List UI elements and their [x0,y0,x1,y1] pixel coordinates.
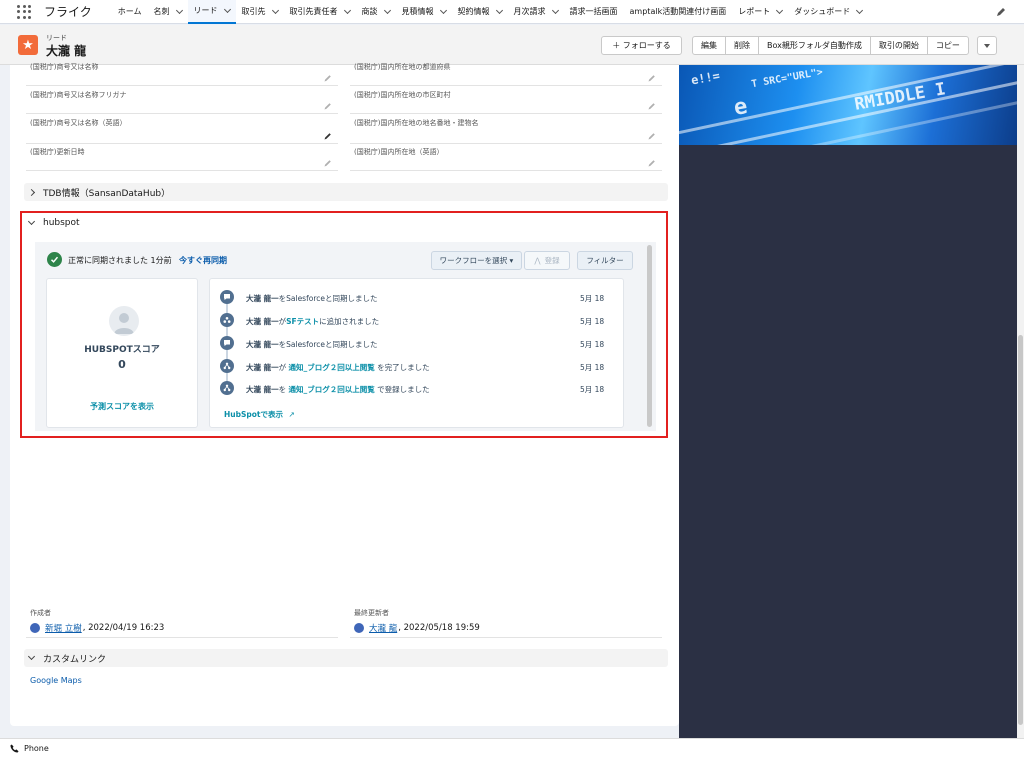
field-company-english: (国税庁)商号又は名称（英語） [26,118,338,144]
field-company-name: (国税庁)商号又は名称 [26,62,338,86]
record-action-button[interactable]: Box親形フォルダ自動作成 [759,37,871,54]
record-action-button[interactable]: 取引の開始 [871,37,928,54]
divider [26,637,338,638]
chevron-right-icon [27,188,36,196]
utility-background [679,65,1024,738]
section-tdb[interactable]: TDB情報（SansanDataHub） [24,183,668,201]
chevron-down-icon[interactable] [271,6,279,14]
nav-tab[interactable]: 商談 [356,0,396,24]
record-header: ★ リード 大瀧 龍 ＋ フォローする 編集 削除 Box親形フォルダ自動作成 取引の… [0,25,1024,65]
record-action-button[interactable]: 編集 [693,37,726,54]
nav-tab[interactable]: 取引先責任者 [284,0,356,24]
lead-record-icon: ★ [18,35,38,55]
chevron-down-icon[interactable] [776,6,784,14]
pencil-icon[interactable] [648,159,656,167]
pencil-icon[interactable] [648,74,656,82]
nav-tab[interactable]: amptalk活動関連付け画面 [624,0,733,24]
chevron-down-icon[interactable] [856,6,864,14]
pencil-icon[interactable] [324,159,332,167]
nav-tab[interactable]: 取引先 [236,0,284,24]
nav-tab[interactable]: 契約情報 [452,0,508,24]
pencil-icon[interactable] [324,102,332,110]
app-launcher-icon[interactable] [17,4,31,19]
phone-icon[interactable] [10,744,19,753]
banner-image: e!!= T SRC="URL"> RMIDDLE I e [679,65,1017,145]
nav-tab[interactable]: レポート [732,0,788,24]
nav-tabs: ホーム 名刺 リード 取引先 取引先責任者 商談 見積情報 契約情報 月次請求 請求一括画面 amp… [112,0,868,24]
global-navbar: フライク ホーム 名刺 リード 取引先 取引先責任者 商談 見積情報 契約情報 月次請求 請求一括… [0,0,1024,24]
record-action-button[interactable]: コピー [928,37,968,54]
field-prefecture: (国税庁)国内所在地の都道府県 [350,62,662,86]
chevron-down-icon [27,652,36,661]
created-by-user-link[interactable]: 新堀 立樹 [45,622,82,634]
edit-nav-icon[interactable] [996,7,1006,17]
modified-by-label: 最終更新者 [354,609,389,617]
field-address-english: (国税庁)国内所在地（英語） [350,147,662,171]
chevron-down-icon[interactable] [223,5,231,13]
app-name: フライク [44,5,92,19]
record-action-button[interactable]: 削除 [726,37,759,54]
utility-bar: Phone [0,738,1024,758]
created-by-label: 作成者 [30,609,51,617]
field-address: (国税庁)国内所在地の地名番地・建物名 [350,118,662,144]
divider [350,637,662,638]
chevron-down-icon[interactable] [343,6,351,14]
modified-by-value: 大瀧 龍 , 2022/05/18 19:59 [354,622,480,634]
nav-tab[interactable]: ホーム [112,0,148,24]
nav-tab[interactable]: 月次請求 [508,0,564,24]
field-city: (国税庁)国内所在地の市区町村 [350,90,662,114]
pencil-icon[interactable] [324,132,332,140]
nav-tab[interactable]: 見積情報 [396,0,452,24]
chevron-down-icon[interactable] [551,6,559,14]
chevron-down-icon[interactable] [383,6,391,14]
nav-tab[interactable]: 名刺 [148,0,188,24]
follow-button[interactable]: ＋ フォローする [601,36,682,55]
nav-tab[interactable]: 請求一括画面 [564,0,624,24]
pencil-icon[interactable] [648,102,656,110]
nav-tab[interactable]: リード [187,0,236,24]
field-updated-at: (国税庁)更新日時 [26,147,338,171]
more-actions-button[interactable] [977,36,997,55]
phone-utility[interactable]: Phone [24,744,49,753]
page-scrollbar-thumb[interactable] [1018,335,1023,725]
record-action-group: 編集 削除 Box親形フォルダ自動作成 取引の開始 コピー [692,36,969,55]
modified-by-user-link[interactable]: 大瀧 龍 [369,622,397,634]
user-icon [30,623,40,633]
chevron-down-icon[interactable] [175,6,183,14]
field-company-kana: (国税庁)商号又は名称フリガナ [26,90,338,114]
chevron-down-icon [984,43,990,48]
highlight-annotation [20,211,668,438]
pencil-icon[interactable] [324,74,332,82]
google-maps-link[interactable]: Google Maps [30,676,82,685]
created-by-value: 新堀 立樹 , 2022/04/19 16:23 [30,622,164,634]
chevron-down-icon[interactable] [495,6,503,14]
nav-tab[interactable]: ダッシュボード [788,0,868,24]
record-name: 大瀧 龍 [46,44,87,58]
pencil-icon[interactable] [648,132,656,140]
section-custom-links[interactable]: カスタムリンク [24,649,668,667]
chevron-down-icon[interactable] [439,6,447,14]
user-icon [354,623,364,633]
